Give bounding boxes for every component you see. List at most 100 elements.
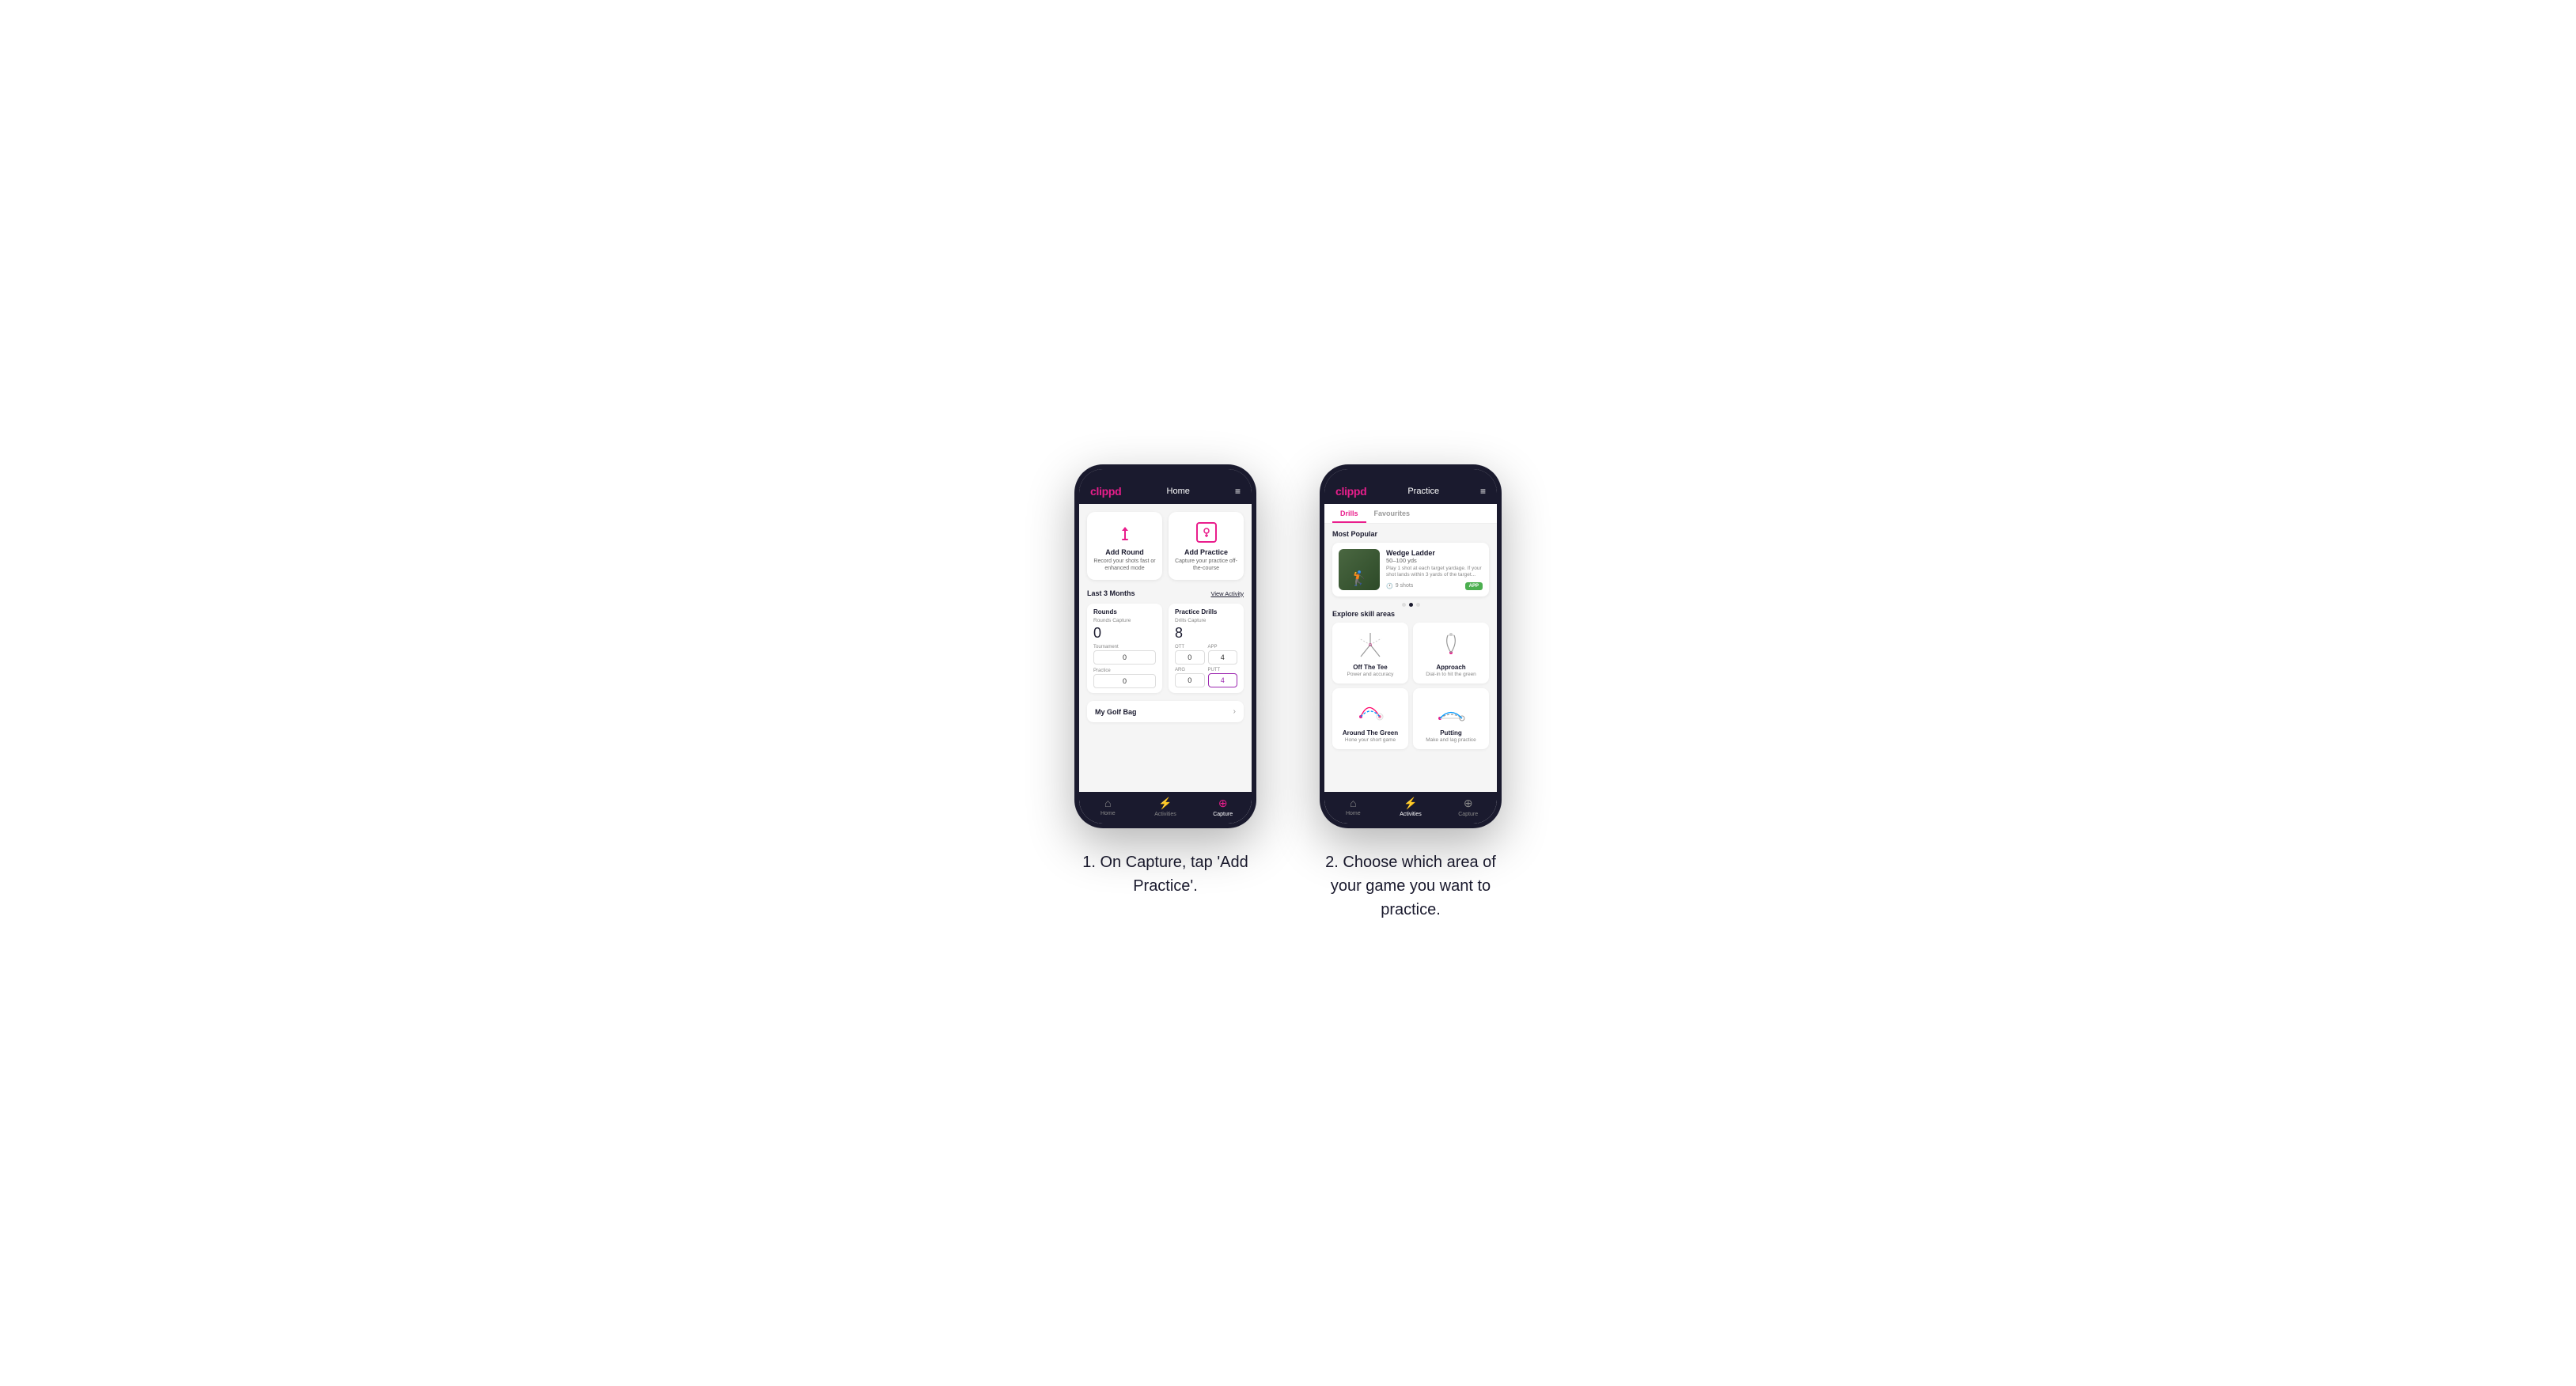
drill-badge: APP	[1465, 582, 1483, 590]
approach-title: Approach	[1436, 664, 1465, 671]
tournament-label: Tournament	[1093, 645, 1156, 649]
add-round-card[interactable]: Add Round Record your shots fast or enha…	[1087, 512, 1162, 580]
approach-sub: Dial-in to hit the green	[1426, 672, 1476, 677]
putting-title: Putting	[1440, 729, 1462, 737]
view-activity-link[interactable]: View Activity	[1210, 590, 1244, 597]
status-bar-2	[1324, 469, 1497, 479]
last-3-months-label: Last 3 Months	[1087, 589, 1135, 597]
app-label: APP	[1208, 645, 1238, 649]
featured-drill-card[interactable]: 🏌️ Wedge Ladder 50–100 yds Play 1 shot a…	[1332, 543, 1489, 596]
off-the-tee-diagram	[1353, 629, 1388, 661]
tournament-value: 0	[1093, 650, 1156, 665]
golf-bag-row[interactable]: My Golf Bag ›	[1087, 701, 1244, 722]
chevron-right-icon: ›	[1233, 707, 1236, 716]
nav-home-2[interactable]: ⌂ Home	[1324, 797, 1382, 817]
phone-2: clippd Practice ≡ Drills Favourites Most…	[1320, 464, 1502, 828]
phone-1-section: clippd Home ≡	[1074, 464, 1256, 898]
caption-2: 2. Choose which area of your game you wa…	[1320, 850, 1502, 922]
nav-activities-label-2: Activities	[1400, 812, 1422, 817]
nav-capture-1[interactable]: ⊕ Capture	[1194, 797, 1252, 817]
add-practice-icon	[1194, 520, 1219, 545]
capture-icon-1: ⊕	[1218, 797, 1228, 810]
stats-header: Last 3 Months View Activity	[1079, 586, 1252, 600]
putt-label: PUTT	[1208, 668, 1238, 672]
arg-value: 0	[1175, 673, 1205, 687]
rounds-capture-label: Rounds Capture	[1093, 618, 1156, 623]
hamburger-icon-1[interactable]: ≡	[1235, 486, 1241, 497]
rounds-total: 0	[1093, 625, 1156, 642]
app-value: 4	[1208, 650, 1238, 665]
practice-content: Most Popular 🏌️ Wedge Ladder 50–100 yds …	[1324, 524, 1497, 792]
practice-title: Practice	[1407, 487, 1439, 496]
app-logo-2: clippd	[1335, 485, 1366, 498]
tab-drills[interactable]: Drills	[1332, 504, 1366, 523]
dot-1	[1402, 603, 1406, 607]
activities-icon-2: ⚡	[1404, 797, 1417, 810]
rounds-title: Rounds	[1093, 608, 1156, 615]
add-practice-card[interactable]: Add Practice Capture your practice off-t…	[1169, 512, 1244, 580]
drill-description: Play 1 shot at each target yardage. If y…	[1386, 566, 1483, 579]
nav-activities-1[interactable]: ⚡ Activities	[1137, 797, 1195, 817]
golf-bag-label: My Golf Bag	[1095, 708, 1137, 716]
skill-grid: Off The Tee Power and accuracy	[1332, 623, 1489, 749]
nav-home-1[interactable]: ⌂ Home	[1079, 797, 1137, 817]
carousel-dots	[1332, 603, 1489, 607]
putting-sub: Make and lag practice	[1426, 737, 1476, 743]
featured-drill-info: Wedge Ladder 50–100 yds Play 1 shot at e…	[1386, 549, 1483, 590]
approach-diagram	[1434, 629, 1468, 661]
nav-home-label-2: Home	[1346, 811, 1361, 816]
app-header-2: clippd Practice ≡	[1324, 479, 1497, 504]
nav-capture-label-1: Capture	[1213, 812, 1233, 817]
around-the-green-title: Around The Green	[1343, 729, 1398, 737]
dot-2	[1409, 603, 1413, 607]
drill-name: Wedge Ladder	[1386, 549, 1483, 557]
caption-1: 1. On Capture, tap 'Add Practice'.	[1074, 850, 1256, 898]
practice-value: 0	[1093, 674, 1156, 688]
status-bar-1	[1079, 469, 1252, 479]
activities-icon-1: ⚡	[1158, 797, 1172, 810]
most-popular-title: Most Popular	[1332, 530, 1489, 538]
skill-around-the-green[interactable]: Around The Green Hone your short game	[1332, 688, 1408, 749]
app-header-1: clippd Home ≡	[1079, 479, 1252, 504]
featured-drill-image: 🏌️	[1339, 549, 1380, 590]
around-the-green-sub: Hone your short game	[1345, 737, 1396, 743]
nav-capture-label-2: Capture	[1458, 812, 1478, 817]
practice-drills-title: Practice Drills	[1175, 608, 1237, 615]
practice-drills-box: Practice Drills Drills Capture 8 OTT 0 A…	[1169, 604, 1244, 693]
bottom-nav-1: ⌂ Home ⚡ Activities ⊕ Capture	[1079, 792, 1252, 824]
tab-favourites[interactable]: Favourites	[1366, 504, 1419, 523]
home-title: Home	[1167, 487, 1190, 496]
home-icon-2: ⌂	[1350, 797, 1356, 809]
nav-home-label-1: Home	[1100, 811, 1116, 816]
bottom-nav-2: ⌂ Home ⚡ Activities ⊕ Capture	[1324, 792, 1497, 824]
dot-3	[1416, 603, 1420, 607]
add-round-title: Add Round	[1105, 548, 1144, 556]
putt-value: 4	[1208, 673, 1238, 687]
skill-putting[interactable]: Putting Make and lag practice	[1413, 688, 1489, 749]
practice-label: Practice	[1093, 668, 1156, 673]
capture-icon-2: ⊕	[1464, 797, 1473, 810]
skill-off-the-tee[interactable]: Off The Tee Power and accuracy	[1332, 623, 1408, 684]
add-round-subtitle: Record your shots fast or enhanced mode	[1093, 558, 1156, 572]
around-the-green-diagram	[1353, 695, 1388, 726]
hamburger-icon-2[interactable]: ≡	[1480, 486, 1486, 497]
nav-capture-2[interactable]: ⊕ Capture	[1439, 797, 1497, 817]
tabs-row: Drills Favourites	[1324, 504, 1497, 524]
action-cards-row: Add Round Record your shots fast or enha…	[1079, 504, 1252, 586]
arg-label: ARG	[1175, 668, 1205, 672]
skill-approach[interactable]: Approach Dial-in to hit the green	[1413, 623, 1489, 684]
app-logo-1: clippd	[1090, 485, 1121, 498]
shots-count: 9 shots	[1396, 583, 1414, 589]
rounds-box: Rounds Rounds Capture 0 Tournament 0 Pra…	[1087, 604, 1162, 693]
add-round-icon	[1112, 520, 1138, 545]
add-practice-title: Add Practice	[1184, 548, 1228, 556]
app-content-1: Add Round Record your shots fast or enha…	[1079, 504, 1252, 792]
off-the-tee-sub: Power and accuracy	[1347, 672, 1394, 677]
explore-title: Explore skill areas	[1332, 610, 1489, 618]
drills-capture-label: Drills Capture	[1175, 618, 1237, 623]
home-icon-1: ⌂	[1104, 797, 1111, 809]
phone-2-section: clippd Practice ≡ Drills Favourites Most…	[1320, 464, 1502, 922]
nav-activities-2[interactable]: ⚡ Activities	[1382, 797, 1440, 817]
ott-value: 0	[1175, 650, 1205, 665]
golfer-figure: 🏌️	[1351, 570, 1368, 587]
